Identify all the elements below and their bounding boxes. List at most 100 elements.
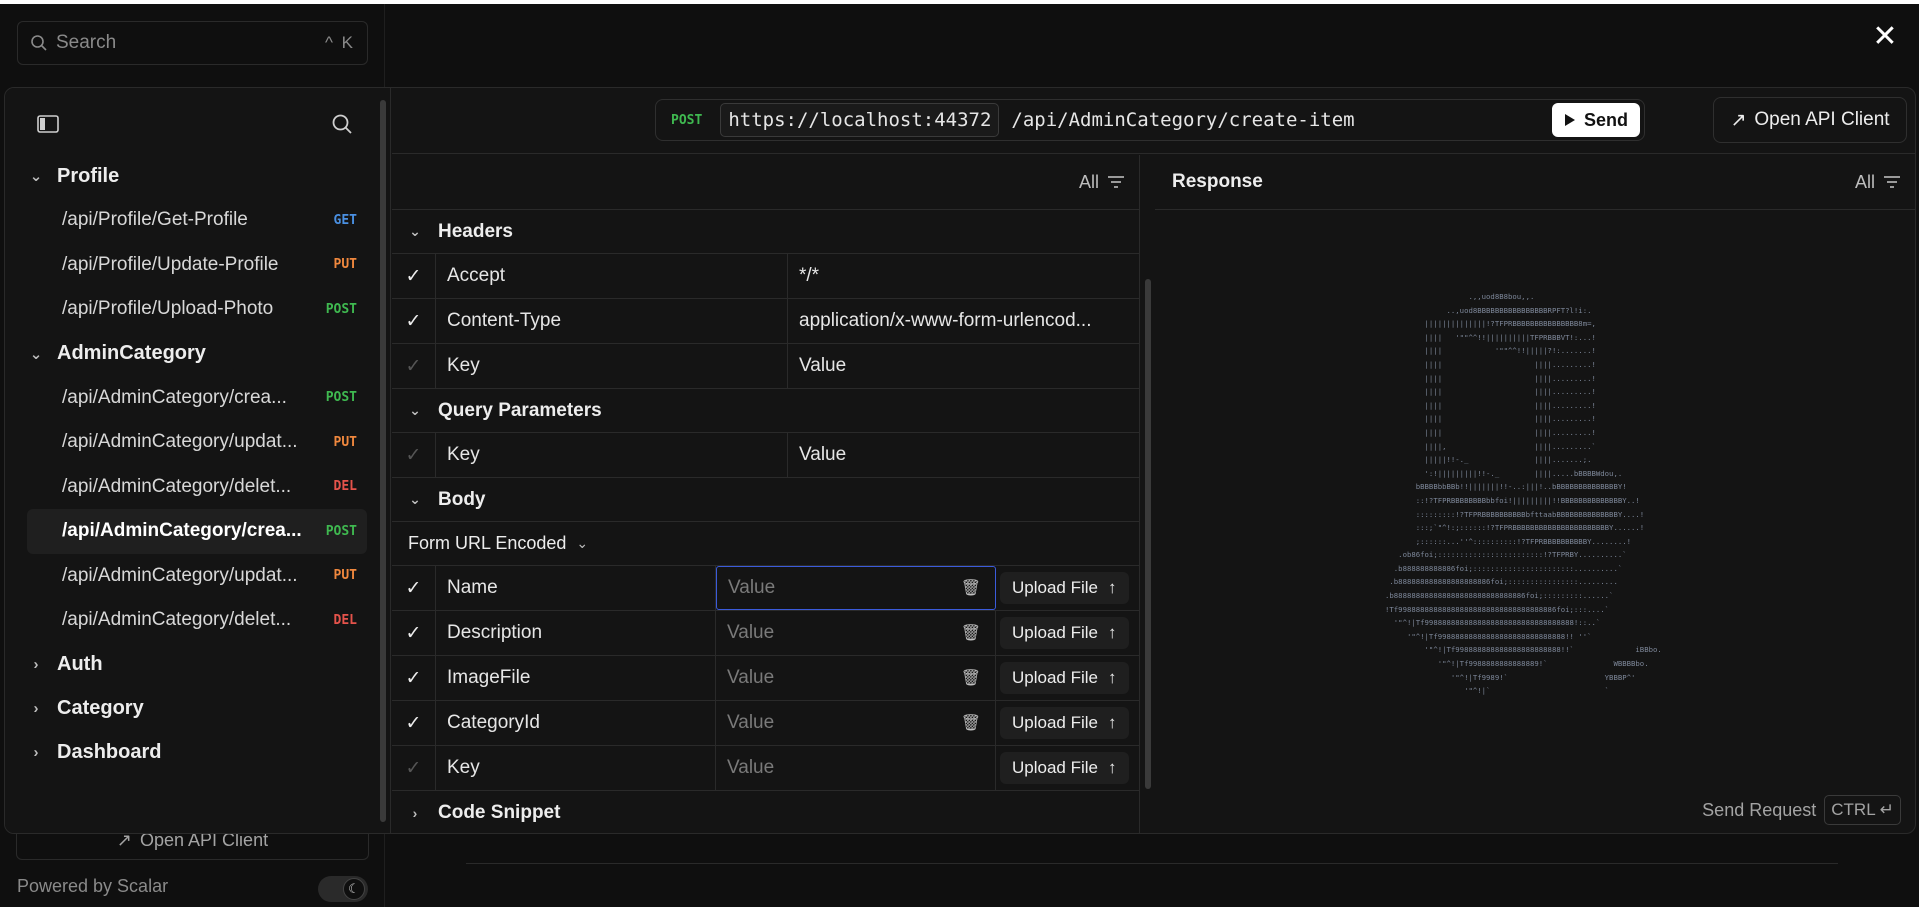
form-row-empty: ✓ Key Value Upload File ↑ xyxy=(392,746,1139,791)
form-key[interactable]: Description xyxy=(436,611,716,655)
docs-search[interactable]: Search ^ K xyxy=(17,21,368,65)
divider xyxy=(466,863,1838,864)
header-value[interactable]: */* xyxy=(788,254,1138,298)
server-host[interactable]: https://localhost:44372 xyxy=(720,103,1000,137)
form-value-input[interactable]: Value 🗑 xyxy=(716,611,996,655)
shortcut-badge: CTRL ↵ xyxy=(1824,795,1901,825)
checkbox[interactable]: ✓ xyxy=(392,746,436,790)
response-filter[interactable]: All xyxy=(1855,172,1901,193)
query-value-input[interactable]: Value xyxy=(788,433,1138,477)
method-badge: GET xyxy=(333,212,357,228)
group-admincategory[interactable]: ⌄ AdminCategory xyxy=(27,332,367,376)
value-placeholder: Value xyxy=(727,622,775,643)
form-key[interactable]: CategoryId xyxy=(436,701,716,745)
checkbox[interactable]: ✓ xyxy=(392,344,436,388)
chevron-right-icon: › xyxy=(33,744,39,761)
form-value-input[interactable]: Value 🗑 xyxy=(716,701,996,745)
trash-icon[interactable]: 🗑 xyxy=(961,713,981,733)
theme-toggle[interactable]: ☾ xyxy=(318,876,368,902)
form-value-input[interactable]: Value xyxy=(716,746,996,790)
upload-label: Upload File xyxy=(1012,713,1098,732)
request-scrollbar[interactable] xyxy=(1145,279,1151,789)
header-value-input[interactable]: Value xyxy=(788,344,1138,388)
query-section-toggle[interactable]: ⌄ Query Parameters xyxy=(392,389,1139,433)
api-client-modal: ⌄ Profile /api/Profile/Get-Profile GET /ap… xyxy=(4,87,1916,834)
request-panel: All ⌄ Headers ✓ Accept */* ✓ Content-Type… xyxy=(392,155,1151,833)
upload-file-button[interactable]: Upload File ↑ xyxy=(1000,707,1129,739)
search-shortcut: ^ K xyxy=(324,33,355,52)
response-filter-label: All xyxy=(1854,171,1875,192)
endpoint-path: /api/AdminCategory/updat... xyxy=(62,564,298,586)
address-bar[interactable]: POST https://localhost:44372 /api/AdminC… xyxy=(655,99,1645,141)
value-placeholder: Value xyxy=(728,577,776,598)
upload-file-button[interactable]: Upload File ↑ xyxy=(1000,572,1129,604)
send-request-hint[interactable]: Send Request CTRL ↵ xyxy=(1702,795,1901,825)
trash-icon[interactable]: 🗑 xyxy=(961,623,981,643)
checkbox[interactable]: ✓ xyxy=(392,611,436,655)
group-auth[interactable]: › Auth xyxy=(27,643,367,687)
header-value[interactable]: application/x-www-form-urlencod... xyxy=(788,299,1138,343)
upload-label: Upload File xyxy=(1012,578,1098,597)
sidebar-item-admincategory-create-item[interactable]: /api/AdminCategory/crea... POST xyxy=(27,509,367,554)
form-key[interactable]: Name xyxy=(436,566,716,610)
method-badge: PUT xyxy=(333,434,357,450)
upload-file-button[interactable]: Upload File ↑ xyxy=(1000,752,1129,784)
query-key-input[interactable]: Key xyxy=(436,433,788,477)
trash-icon[interactable]: 🗑 xyxy=(961,578,981,598)
sidebar-item-admincategory-update[interactable]: /api/AdminCategory/updat... PUT xyxy=(27,420,367,465)
form-value-input[interactable]: Value 🗑 xyxy=(716,656,996,700)
header-key-input[interactable]: Key xyxy=(436,344,788,388)
upload-file-button[interactable]: Upload File ↑ xyxy=(1000,662,1129,694)
form-value-input[interactable]: Value 🗑 xyxy=(716,566,996,610)
group-label: Dashboard xyxy=(57,741,162,763)
trash-icon[interactable]: 🗑 xyxy=(961,668,981,688)
sidebar-item-admincategory-create[interactable]: /api/AdminCategory/crea... POST xyxy=(27,376,367,421)
code-snippet-toggle[interactable]: › Code Snippet xyxy=(392,791,1139,833)
checkbox[interactable]: ✓ xyxy=(392,433,436,477)
send-button[interactable]: Send xyxy=(1552,103,1640,137)
request-method[interactable]: POST xyxy=(656,113,720,128)
form-key[interactable]: ImageFile xyxy=(436,656,716,700)
group-dashboard[interactable]: › Dashboard xyxy=(27,731,367,775)
sidebar-item-admincategory-update-item[interactable]: /api/AdminCategory/updat... PUT xyxy=(27,554,367,599)
group-profile[interactable]: ⌄ Profile xyxy=(27,154,367,198)
sidebar-toggle-icon[interactable] xyxy=(34,110,62,138)
filter-icon xyxy=(1884,176,1900,188)
method-badge: DEL xyxy=(333,612,357,628)
request-path[interactable]: /api/AdminCategory/create-item xyxy=(1011,109,1552,131)
method-badge: POST xyxy=(325,523,357,539)
sidebar-item-get-profile[interactable]: /api/Profile/Get-Profile GET xyxy=(27,198,367,243)
chevron-down-icon: ⌄ xyxy=(409,223,421,239)
sidebar-item-admincategory-delete[interactable]: /api/AdminCategory/delet... DEL xyxy=(27,465,367,510)
endpoint-path: /api/Profile/Update-Profile xyxy=(62,253,279,275)
headers-section-toggle[interactable]: ⌄ Headers xyxy=(392,210,1139,254)
sidebar-item-upload-photo[interactable]: /api/Profile/Upload-Photo POST xyxy=(27,287,367,332)
powered-by[interactable]: Powered by Scalar xyxy=(17,876,168,897)
header-key[interactable]: Content-Type xyxy=(436,299,788,343)
form-key-input[interactable]: Key xyxy=(436,746,716,790)
sidebar-item-admincategory-delete-item[interactable]: /api/AdminCategory/delet... DEL xyxy=(27,598,367,643)
open-api-client-button[interactable]: ↗ Open API Client xyxy=(1713,97,1907,143)
arrow-up-icon: ↑ xyxy=(1108,668,1117,687)
sidebar-item-update-profile[interactable]: /api/Profile/Update-Profile PUT xyxy=(27,243,367,288)
search-icon[interactable] xyxy=(328,110,356,138)
request-filter[interactable]: All xyxy=(392,155,1139,210)
checkbox[interactable]: ✓ xyxy=(392,254,436,298)
header-key[interactable]: Accept xyxy=(436,254,788,298)
close-icon[interactable]: ✕ xyxy=(1870,22,1900,52)
checkbox[interactable]: ✓ xyxy=(392,299,436,343)
method-badge: POST xyxy=(325,390,357,406)
arrow-up-right-icon: ↗ xyxy=(1730,109,1747,131)
checkbox[interactable]: ✓ xyxy=(392,566,436,610)
section-title: Body xyxy=(438,488,486,510)
endpoint-path: /api/AdminCategory/delet... xyxy=(62,475,292,497)
checkbox[interactable]: ✓ xyxy=(392,656,436,700)
upload-file-button[interactable]: Upload File ↑ xyxy=(1000,617,1129,649)
sidebar-scrollbar[interactable] xyxy=(380,100,386,822)
group-category[interactable]: › Category xyxy=(27,687,367,731)
arrow-up-icon: ↑ xyxy=(1108,623,1117,642)
body-section-toggle[interactable]: ⌄ Body xyxy=(392,478,1139,522)
value-placeholder: Value xyxy=(727,712,775,733)
body-type-select[interactable]: Form URL Encoded ⌄ xyxy=(392,522,1139,566)
checkbox[interactable]: ✓ xyxy=(392,701,436,745)
